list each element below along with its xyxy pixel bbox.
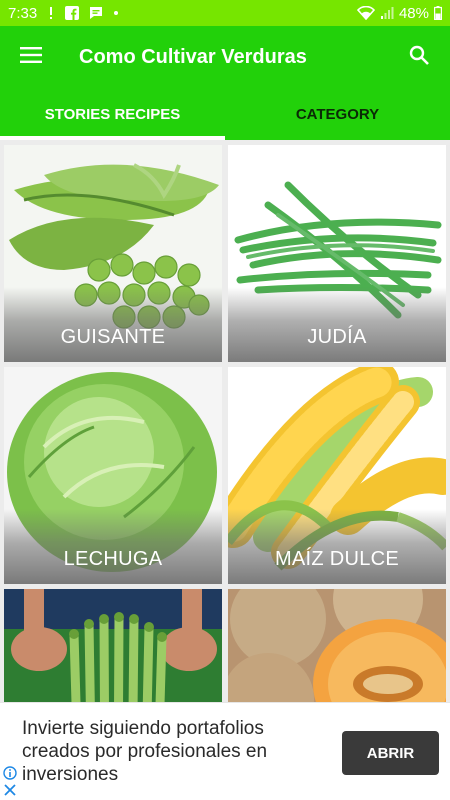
status-bar: 7:33 48% xyxy=(0,0,450,26)
vegetable-card-melon[interactable] xyxy=(228,589,446,702)
notification-icon xyxy=(47,6,55,20)
vegetable-card-label: GUISANTE xyxy=(60,326,166,348)
close-icon[interactable] xyxy=(3,783,17,797)
message-icon xyxy=(89,6,103,20)
vegetable-card-label: MAÍZ DULCE xyxy=(274,548,400,570)
app-title: Como Cultivar Verduras xyxy=(79,45,307,68)
vegetable-card-maiz-dulce[interactable]: MAÍZ DULCE xyxy=(228,367,446,584)
menu-icon xyxy=(20,46,42,69)
battery-percent: 48% xyxy=(398,4,429,22)
dot-icon xyxy=(113,10,119,16)
tab-bar: STORIES RECIPES CATEGORY xyxy=(0,88,450,140)
search-icon xyxy=(409,45,429,70)
ad-open-button[interactable]: ABRIR xyxy=(342,731,439,775)
vegetable-card-label: JUDÍA xyxy=(307,326,367,348)
vegetable-card-guisante[interactable]: GUISANTE xyxy=(4,145,222,362)
vegetable-grid: GUISANTE JUDÍA LECHUGA MAÍZ DULCE xyxy=(0,140,450,702)
melon-image xyxy=(228,589,446,702)
tab-stories-recipes[interactable]: STORIES RECIPES xyxy=(0,88,225,140)
facebook-icon xyxy=(65,6,80,20)
app-bar: Como Cultivar Verduras xyxy=(0,26,450,88)
signal-icon xyxy=(380,6,394,20)
vegetable-card-lechuga[interactable]: LECHUGA xyxy=(4,367,222,584)
vegetable-card-judia[interactable]: JUDÍA xyxy=(228,145,446,362)
search-button[interactable] xyxy=(388,26,450,88)
wifi-icon xyxy=(356,6,375,20)
tab-category[interactable]: CATEGORY xyxy=(225,88,450,140)
battery-icon xyxy=(434,6,442,20)
ad-text: Invierte siguiendo portafolios creados p… xyxy=(22,718,268,785)
info-icon[interactable] xyxy=(3,766,17,780)
menu-button[interactable] xyxy=(0,26,62,88)
asparagus-image xyxy=(4,589,222,702)
status-time: 7:33 xyxy=(8,4,38,22)
vegetable-card-label: LECHUGA xyxy=(63,548,163,570)
vegetable-card-asparagus[interactable] xyxy=(4,589,222,702)
ad-banner[interactable]: Invierte siguiendo portafolios creados p… xyxy=(0,702,450,800)
